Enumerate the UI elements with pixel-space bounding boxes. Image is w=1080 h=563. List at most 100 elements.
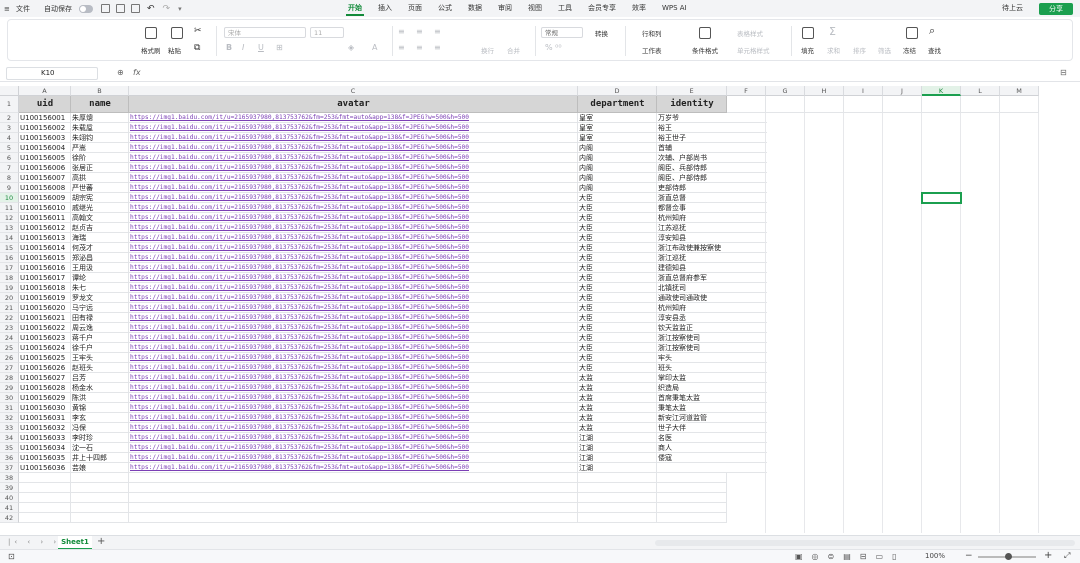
uid-cell[interactable]: U100156013 bbox=[19, 233, 71, 243]
department-cell[interactable]: 大臣 bbox=[578, 203, 657, 213]
identity-cell[interactable]: 淳安县丞 bbox=[657, 313, 767, 323]
avatar-link-cell[interactable]: https://img1.baidu.com/it/u=2165937980,8… bbox=[129, 453, 578, 463]
align-bottom-icon[interactable]: ≡ bbox=[434, 27, 441, 36]
row-header[interactable]: 39 bbox=[0, 483, 19, 493]
identity-cell[interactable]: 阁臣、兵部侍郎 bbox=[657, 163, 767, 173]
column-header-m[interactable]: M bbox=[1000, 86, 1039, 96]
column-header-f[interactable]: F bbox=[727, 86, 766, 96]
identity-cell[interactable]: 建德知县 bbox=[657, 263, 767, 273]
department-cell[interactable]: 大臣 bbox=[578, 283, 657, 293]
empty-cell[interactable] bbox=[71, 473, 129, 483]
department-cell[interactable]: 皇室 bbox=[578, 133, 657, 143]
uid-cell[interactable]: U100156033 bbox=[19, 433, 71, 443]
empty-cell[interactable] bbox=[129, 473, 578, 483]
uid-cell[interactable]: U100156016 bbox=[19, 263, 71, 273]
row-header[interactable]: 34 bbox=[0, 433, 19, 443]
department-cell[interactable]: 内阁 bbox=[578, 143, 657, 153]
number-format-select[interactable]: 常规 bbox=[541, 27, 583, 38]
row-header[interactable]: 8 bbox=[0, 173, 19, 183]
filter-button[interactable]: 筛选 bbox=[878, 45, 891, 55]
column-header-b[interactable]: B bbox=[71, 86, 129, 96]
uid-cell[interactable]: U100156027 bbox=[19, 373, 71, 383]
share-button[interactable]: 分享 bbox=[1039, 3, 1073, 15]
italic-icon[interactable]: I bbox=[242, 43, 244, 52]
department-cell[interactable]: 大臣 bbox=[578, 213, 657, 223]
empty-cell[interactable] bbox=[1000, 96, 1039, 113]
empty-cell[interactable] bbox=[19, 483, 71, 493]
name-box[interactable]: K10 bbox=[6, 67, 98, 80]
uid-cell[interactable]: U100156011 bbox=[19, 213, 71, 223]
name-cell[interactable]: 朱载垕 bbox=[71, 123, 129, 133]
identity-cell[interactable]: 江苏巡抚 bbox=[657, 223, 767, 233]
paste-icon[interactable] bbox=[171, 27, 183, 39]
table-style-button[interactable]: 表格样式 bbox=[737, 28, 763, 38]
avatar-link-cell[interactable]: https://img1.baidu.com/it/u=2165937980,8… bbox=[129, 423, 578, 433]
uid-cell[interactable]: U100156007 bbox=[19, 173, 71, 183]
undo-icon[interactable]: ↶ bbox=[143, 0, 159, 17]
name-cell[interactable]: 马宁远 bbox=[71, 303, 129, 313]
empty-cell[interactable] bbox=[657, 473, 727, 483]
header-cell-department[interactable]: department bbox=[578, 96, 657, 113]
paste-button[interactable]: 粘贴 bbox=[168, 45, 181, 55]
department-cell[interactable]: 大臣 bbox=[578, 273, 657, 283]
department-cell[interactable]: 大臣 bbox=[578, 223, 657, 233]
uid-cell[interactable]: U100156018 bbox=[19, 283, 71, 293]
avatar-link-cell[interactable]: https://img1.baidu.com/it/u=2165937980,8… bbox=[129, 303, 578, 313]
uid-cell[interactable]: U100156010 bbox=[19, 203, 71, 213]
empty-cell[interactable] bbox=[19, 513, 71, 523]
empty-cell[interactable] bbox=[129, 503, 578, 513]
row-header[interactable]: 40 bbox=[0, 493, 19, 503]
font-color-icon[interactable]: A bbox=[372, 43, 377, 52]
tab-efficiency[interactable]: 效率 bbox=[624, 0, 654, 17]
empty-cell[interactable] bbox=[71, 493, 129, 503]
row-header[interactable]: 2 bbox=[0, 113, 19, 123]
cut-icon[interactable]: ✂ bbox=[194, 26, 202, 36]
avatar-link-cell[interactable]: https://img1.baidu.com/it/u=2165937980,8… bbox=[129, 183, 578, 193]
format-painter-icon[interactable] bbox=[145, 27, 157, 39]
name-cell[interactable]: 何茂才 bbox=[71, 243, 129, 253]
header-cell-uid[interactable]: uid bbox=[19, 96, 71, 113]
name-cell[interactable]: 芸娘 bbox=[71, 463, 129, 473]
row-header[interactable]: 3 bbox=[0, 123, 19, 133]
fill-color-icon[interactable]: ◈ bbox=[348, 43, 354, 52]
print-icon[interactable] bbox=[116, 4, 125, 13]
column-header-d[interactable]: D bbox=[578, 86, 657, 96]
uid-cell[interactable]: U100156003 bbox=[19, 133, 71, 143]
header-cell-avatar[interactable]: avatar bbox=[129, 96, 578, 113]
uid-cell[interactable]: U100156009 bbox=[19, 193, 71, 203]
header-cell-name[interactable]: name bbox=[71, 96, 129, 113]
column-header-g[interactable]: G bbox=[766, 86, 805, 96]
name-cell[interactable]: 严世蕃 bbox=[71, 183, 129, 193]
empty-cell[interactable] bbox=[657, 483, 727, 493]
department-cell[interactable]: 大臣 bbox=[578, 233, 657, 243]
percent-icon[interactable]: % ⁰⁰ bbox=[545, 43, 562, 52]
row-header[interactable]: 19 bbox=[0, 283, 19, 293]
uid-cell[interactable]: U100156006 bbox=[19, 163, 71, 173]
sheet-tab[interactable]: Sheet1 bbox=[58, 536, 92, 550]
row-header[interactable]: 4 bbox=[0, 133, 19, 143]
column-header-l[interactable]: L bbox=[961, 86, 1000, 96]
empty-cell[interactable] bbox=[883, 96, 922, 113]
identity-cell[interactable]: 商人 bbox=[657, 443, 767, 453]
zoom-formula-icon[interactable]: ⊕ bbox=[117, 68, 124, 77]
sum-button[interactable]: 求和 bbox=[827, 45, 840, 55]
view-icons[interactable]: ▣◎⊜▤⊟▭▯ bbox=[795, 552, 905, 561]
identity-cell[interactable]: 浙江按察使司 bbox=[657, 343, 767, 353]
uid-cell[interactable]: U100156029 bbox=[19, 393, 71, 403]
name-cell[interactable]: 赵班头 bbox=[71, 363, 129, 373]
identity-cell[interactable]: 浙江巡抚 bbox=[657, 253, 767, 263]
empty-cell[interactable] bbox=[922, 96, 961, 113]
freeze-icon[interactable] bbox=[906, 27, 918, 39]
uid-cell[interactable]: U100156020 bbox=[19, 303, 71, 313]
department-cell[interactable]: 内阁 bbox=[578, 173, 657, 183]
avatar-link-cell[interactable]: https://img1.baidu.com/it/u=2165937980,8… bbox=[129, 233, 578, 243]
bold-icon[interactable]: B bbox=[226, 43, 232, 52]
identity-cell[interactable]: 世子大伴 bbox=[657, 423, 767, 433]
font-name-select[interactable]: 宋体 bbox=[224, 27, 306, 38]
avatar-link-cell[interactable]: https://img1.baidu.com/it/u=2165937980,8… bbox=[129, 463, 578, 473]
identity-cell[interactable]: 吏部侍郎 bbox=[657, 183, 767, 193]
row-header[interactable]: 24 bbox=[0, 333, 19, 343]
avatar-link-cell[interactable]: https://img1.baidu.com/it/u=2165937980,8… bbox=[129, 323, 578, 333]
uid-cell[interactable]: U100156024 bbox=[19, 343, 71, 353]
name-cell[interactable]: 徐阶 bbox=[71, 153, 129, 163]
